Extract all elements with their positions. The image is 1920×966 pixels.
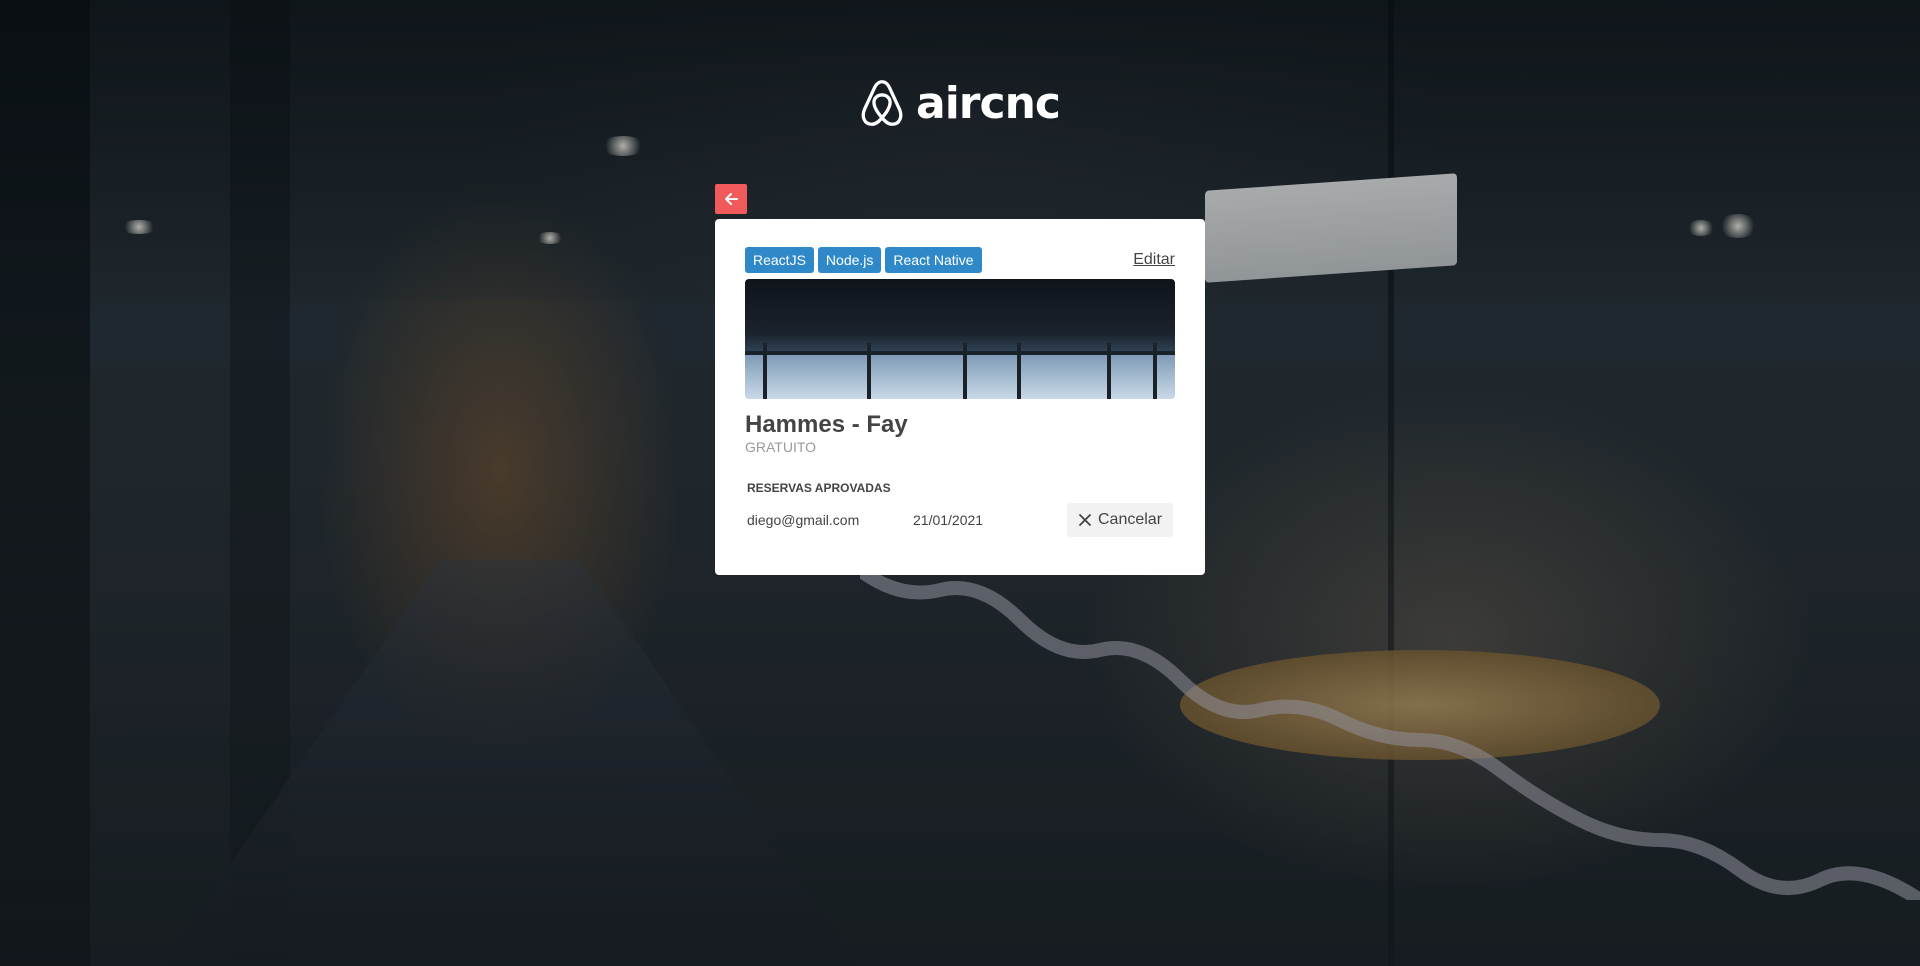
spot-card-header: ReactJS Node.js React Native Editar [745, 247, 1175, 273]
tech-badge: ReactJS [745, 247, 814, 273]
close-icon [1079, 514, 1091, 526]
back-button[interactable] [715, 184, 747, 214]
booking-date: 21/01/2021 [913, 512, 984, 528]
booking-user-email: diego@gmail.com [747, 512, 860, 528]
app-logo: aircnc [860, 68, 1061, 138]
cancel-booking-button[interactable]: Cancelar [1067, 503, 1173, 537]
spot-price: GRATUITO [745, 439, 817, 455]
airbnb-belo-icon [861, 80, 903, 126]
booking-row: diego@gmail.com 21/01/2021 Cancelar [745, 503, 1175, 537]
spot-thumbnail [745, 279, 1175, 399]
thumbnail-frame [1107, 343, 1111, 399]
thumbnail-frame [867, 343, 871, 399]
spot-card: ReactJS Node.js React Native Editar Hamm… [715, 219, 1205, 575]
thumbnail-frame [963, 343, 967, 399]
tech-badge: React Native [885, 247, 982, 273]
bookings-section-title: RESERVAS APROVADAS [747, 481, 891, 495]
thumbnail-frame [1153, 343, 1157, 399]
thumbnail-frame [763, 343, 767, 399]
spot-company: Hammes - Fay [745, 411, 908, 438]
cancel-booking-label: Cancelar [1097, 511, 1163, 528]
arrow-left-icon [725, 193, 738, 205]
tech-badge: Node.js [817, 247, 882, 273]
thumbnail-frame [1017, 343, 1021, 399]
edit-link[interactable]: Editar [1133, 251, 1175, 269]
logo-wordmark: aircnc [916, 77, 1061, 129]
tech-list: ReactJS Node.js React Native [745, 247, 982, 273]
